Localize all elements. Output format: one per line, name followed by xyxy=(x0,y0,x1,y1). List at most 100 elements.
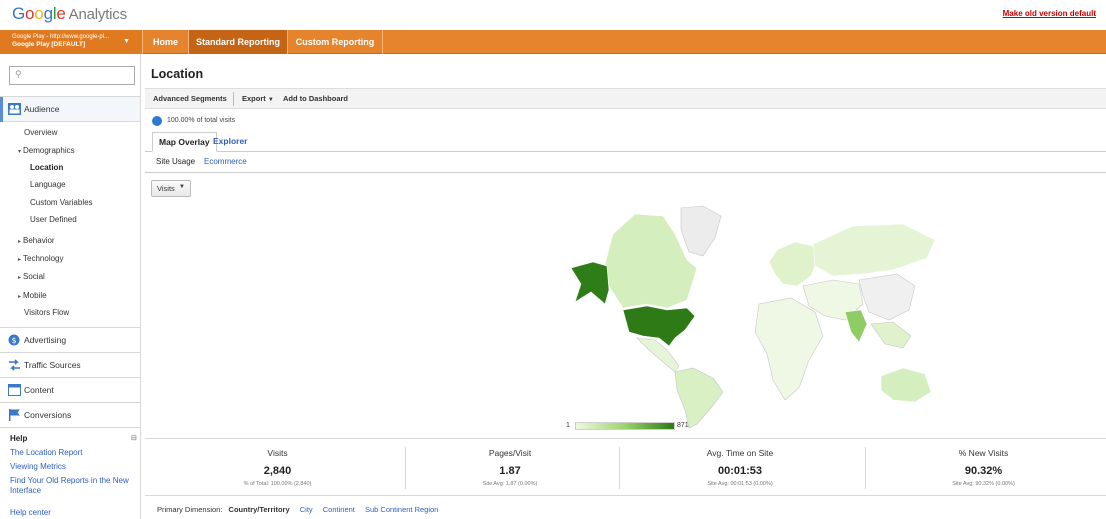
metric-selector-dropdown[interactable]: Visits ▼ xyxy=(151,180,191,197)
sidebar-item-demographics[interactable]: ▾ Demographics xyxy=(18,146,75,155)
help-title: Help xyxy=(10,434,28,443)
sidebar-item-traffic-sources[interactable]: Traffic Sources xyxy=(0,353,140,378)
subtab-site-usage[interactable]: Site Usage xyxy=(156,157,195,166)
map-region-greenland xyxy=(680,205,722,257)
stat-value: 2,840 xyxy=(263,465,292,477)
help-link-location-report[interactable]: The Location Report xyxy=(10,448,83,458)
stat-value: 1.87 xyxy=(499,465,521,477)
sidebar-item-label: Social xyxy=(23,272,45,281)
sidebar-item-advertising[interactable]: $ Advertising xyxy=(0,328,140,353)
subtab-ecommerce[interactable]: Ecommerce xyxy=(204,157,247,166)
help-link-find-old-reports[interactable]: Find Your Old Reports in the New Interfa… xyxy=(10,476,138,496)
content-page-icon xyxy=(8,384,21,396)
stat-label: Pages/Visit xyxy=(488,448,532,458)
sidebar-item-label: Behavior xyxy=(23,236,55,245)
stat-avg-time-on-site: Avg. Time on Site 00:01:53 Site Avg: 00:… xyxy=(645,448,835,487)
map-legend-min: 1 xyxy=(566,422,570,429)
chevron-down-icon: ▼ xyxy=(267,97,274,103)
map-region-east-asia xyxy=(858,273,916,321)
map-legend-gradient xyxy=(575,422,675,430)
help-link-viewing-metrics[interactable]: Viewing Metrics xyxy=(10,462,66,472)
search-icon: ⚲ xyxy=(15,69,22,79)
make-old-version-default-link[interactable]: Make old version default xyxy=(1003,9,1096,18)
map-region-usa xyxy=(622,305,696,347)
tab-explorer[interactable]: Explorer xyxy=(207,132,254,152)
nav-tab-standard-reporting[interactable]: Standard Reporting xyxy=(189,30,288,54)
stat-pages-per-visit: Pages/Visit 1.87 Site Avg: 1.87 (0.00%) xyxy=(425,448,595,487)
sidebar-item-mobile[interactable]: ▸ Mobile xyxy=(18,291,47,300)
sidebar-item-content[interactable]: Content xyxy=(0,378,140,403)
sidebar-item-label: Conversions xyxy=(24,410,72,420)
dimension-option-sub-continent[interactable]: Sub Continent Region xyxy=(365,505,438,514)
audience-submenu: Overview ▾ Demographics Location Language… xyxy=(0,122,140,328)
map-region-europe xyxy=(768,241,818,287)
summary-stats: Visits 2,840 % of Total: 100.00% (2,840)… xyxy=(145,438,1106,496)
map-region-mexico xyxy=(636,337,680,373)
map-region-alaska xyxy=(570,261,610,305)
map-region-southeast-asia xyxy=(870,321,912,349)
chevron-down-icon: ▼ xyxy=(179,184,185,190)
dimension-option-continent[interactable]: Continent xyxy=(323,505,355,514)
sidebar-item-technology[interactable]: ▸ Technology xyxy=(18,254,64,263)
sidebar-item-user-defined[interactable]: User Defined xyxy=(30,215,77,224)
logo-analytics-text: Analytics xyxy=(68,6,127,23)
top-header: Google Analytics Make old version default xyxy=(0,0,1106,30)
stat-label: Avg. Time on Site xyxy=(706,448,774,458)
sidebar-item-label: Traffic Sources xyxy=(24,360,81,370)
stat-divider xyxy=(865,447,866,489)
export-label: Export xyxy=(242,94,266,103)
account-selector[interactable]: Google Play - http://www.google-pl... Go… xyxy=(0,30,143,54)
page-title: Location xyxy=(151,67,204,81)
map-region-russia xyxy=(812,223,936,277)
nav-tab-custom-reporting[interactable]: Custom Reporting xyxy=(288,30,383,54)
dimension-option-city[interactable]: City xyxy=(300,505,313,514)
visits-pie-icon xyxy=(152,116,162,126)
sidebar-item-custom-variables[interactable]: Custom Variables xyxy=(30,198,93,207)
google-analytics-logo[interactable]: Google Analytics xyxy=(12,4,127,24)
advanced-segments-button[interactable]: Advanced Segments xyxy=(153,94,227,103)
stat-divider xyxy=(619,447,620,489)
map-region-india xyxy=(844,309,868,343)
stat-value: 00:01:53 xyxy=(717,465,763,477)
sidebar-item-conversions[interactable]: Conversions xyxy=(0,403,140,428)
sidebar-item-behavior[interactable]: ▸ Behavior xyxy=(18,236,55,245)
sidebar-item-visitors-flow[interactable]: Visitors Flow xyxy=(24,308,69,317)
primary-dimension-bar: Primary Dimension: Country/Territory Cit… xyxy=(157,505,438,514)
caret-right-icon: ▸ xyxy=(18,294,22,300)
map-region-australia xyxy=(880,367,932,403)
sidebar-item-audience[interactable]: Audience xyxy=(0,97,140,122)
metric-group-tabs: Site Usage Ecommerce xyxy=(145,152,1106,173)
primary-dimension-selected[interactable]: Country/Territory xyxy=(229,505,290,514)
world-map[interactable] xyxy=(563,204,943,429)
map-region-africa xyxy=(754,297,824,401)
sidebar-item-language[interactable]: Language xyxy=(30,180,66,189)
add-to-dashboard-button[interactable]: Add to Dashboard xyxy=(283,94,348,103)
export-button[interactable]: Export ▼ xyxy=(242,94,274,103)
stat-label: Visits xyxy=(267,448,288,458)
view-tabs: Map Overlay Explorer xyxy=(145,130,1106,152)
sidebar-item-label: Technology xyxy=(23,254,64,263)
help-link-help-center[interactable]: Help center xyxy=(10,508,51,518)
nav-tab-home[interactable]: Home xyxy=(143,30,189,54)
sidebar-search-input[interactable]: ⚲ xyxy=(9,66,135,85)
stat-divider xyxy=(405,447,406,489)
caret-right-icon: ▸ xyxy=(18,275,22,281)
caret-right-icon: ▸ xyxy=(18,239,22,245)
sidebar-item-location[interactable]: Location xyxy=(30,163,63,172)
stat-subtext: % of Total: 100.00% (2,840) xyxy=(243,481,312,487)
sidebar-item-social[interactable]: ▸ Social xyxy=(18,272,45,281)
caret-down-icon: ▾ xyxy=(18,149,22,155)
caret-right-icon: ▸ xyxy=(18,257,22,263)
sidebar: ⚲ Audience Overview ▾ Demographics Locati… xyxy=(0,54,141,519)
main-content: Location Advanced Segments Export ▼ Add … xyxy=(145,54,1106,519)
sidebar-item-overview[interactable]: Overview xyxy=(24,128,57,137)
report-toolbar: Advanced Segments Export ▼ Add to Dashbo… xyxy=(145,88,1106,109)
primary-dimension-label: Primary Dimension: xyxy=(157,505,223,514)
metric-selector-value: Visits xyxy=(157,184,175,193)
toolbar-divider xyxy=(233,92,234,106)
stat-label: % New Visits xyxy=(958,448,1009,458)
collapse-icon[interactable]: ⊟ xyxy=(131,434,137,442)
audience-icon xyxy=(8,103,21,115)
stat-subtext: Site Avg: 90.32% (0.00%) xyxy=(952,481,1015,487)
stat-visits: Visits 2,840 % of Total: 100.00% (2,840) xyxy=(185,448,370,487)
